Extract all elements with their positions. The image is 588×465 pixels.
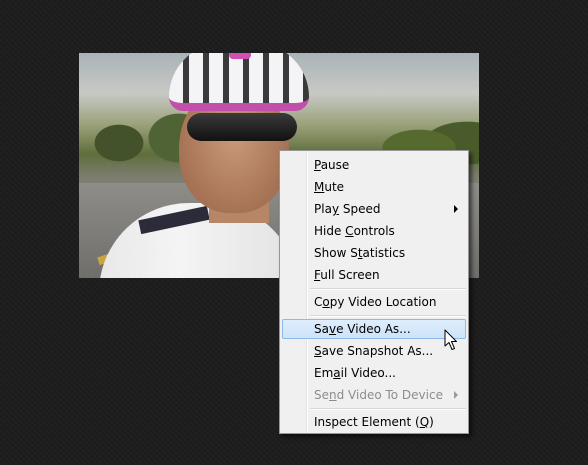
menu-item-mute[interactable]: Mute — [282, 177, 466, 197]
menu-item-label: Mute — [314, 180, 345, 194]
menu-item-label: Full Screen — [314, 268, 380, 282]
menu-item-send-video-to-device[interactable]: Send Video To Device — [282, 385, 466, 405]
menu-item-label: Save Snapshot As... — [314, 344, 434, 358]
menu-separator — [310, 288, 466, 290]
video-context-menu: Pause Mute Play Speed Hide Controls Show… — [279, 150, 469, 434]
menu-item-pause[interactable]: Pause — [282, 155, 466, 175]
menu-item-inspect-element[interactable]: Inspect Element (Q) — [282, 412, 466, 432]
menu-item-show-statistics[interactable]: Show Statistics — [282, 243, 466, 263]
menu-item-full-screen[interactable]: Full Screen — [282, 265, 466, 285]
mouse-cursor-icon — [444, 329, 457, 350]
menu-item-label: Save Video As... — [314, 322, 411, 336]
menu-item-label: Email Video... — [314, 366, 396, 380]
menu-item-label: Send Video To Device — [314, 388, 443, 402]
menu-item-label: Pause — [314, 158, 350, 172]
menu-item-save-snapshot-as[interactable]: Save Snapshot As... — [282, 341, 466, 361]
menu-item-save-video-as[interactable]: Save Video As... — [282, 319, 466, 339]
menu-item-label: Hide Controls — [314, 224, 395, 238]
menu-item-label: Inspect Element (Q) — [314, 415, 434, 429]
submenu-arrow-icon — [454, 391, 458, 399]
menu-item-label: Play Speed — [314, 202, 381, 216]
menu-item-email-video[interactable]: Email Video... — [282, 363, 466, 383]
menu-item-label: Copy Video Location — [314, 295, 437, 309]
submenu-arrow-icon — [454, 205, 458, 213]
video-rider-sunglasses — [187, 113, 297, 141]
menu-item-play-speed[interactable]: Play Speed — [282, 199, 466, 219]
menu-separator — [310, 408, 466, 410]
menu-item-copy-video-location[interactable]: Copy Video Location — [282, 292, 466, 312]
menu-item-hide-controls[interactable]: Hide Controls — [282, 221, 466, 241]
video-rider-helmet — [169, 53, 309, 111]
menu-item-label: Show Statistics — [314, 246, 406, 260]
menu-separator — [310, 315, 466, 317]
